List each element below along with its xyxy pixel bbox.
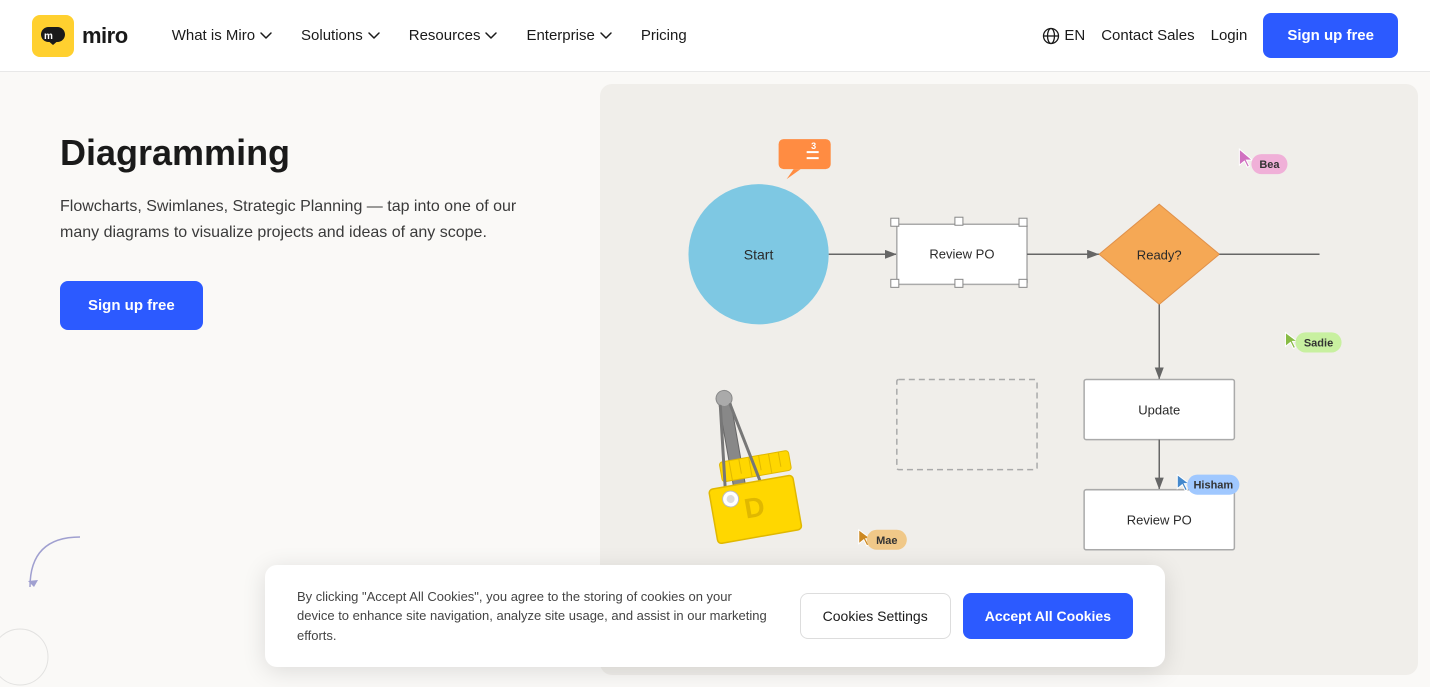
svg-text:Review PO: Review PO (929, 246, 994, 261)
decorative-arrow (20, 527, 100, 607)
language-selector[interactable]: EN (1042, 27, 1085, 45)
language-label: EN (1064, 27, 1085, 44)
svg-text:Ready?: Ready? (1137, 247, 1182, 262)
svg-text:Bea: Bea (1259, 159, 1280, 171)
svg-text:Start: Start (744, 246, 774, 262)
chevron-down-icon (367, 29, 381, 43)
svg-text:3: 3 (811, 141, 816, 151)
nav-what-is-miro[interactable]: What is Miro (160, 19, 285, 52)
nav-enterprise[interactable]: Enterprise (514, 19, 624, 52)
svg-text:m: m (44, 31, 53, 42)
logo-icon: m (32, 15, 74, 57)
login-link[interactable]: Login (1211, 27, 1248, 44)
page-title: Diagramming (60, 132, 540, 174)
nav-resources[interactable]: Resources (397, 19, 511, 52)
svg-text:Sadie: Sadie (1304, 337, 1333, 349)
chevron-down-icon (599, 29, 613, 43)
cookie-banner: By clicking "Accept All Cookies", you ag… (265, 565, 1165, 668)
svg-text:Mae: Mae (876, 535, 897, 547)
logo[interactable]: m miro (32, 15, 128, 57)
nav-pricing[interactable]: Pricing (629, 19, 699, 52)
svg-text:Update: Update (1138, 403, 1180, 418)
contact-sales-link[interactable]: Contact Sales (1101, 27, 1194, 44)
nav-links: What is Miro Solutions Resources Enterpr… (160, 19, 1043, 52)
navbar: m miro What is Miro Solutions Resources … (0, 0, 1430, 72)
cookie-buttons: Cookies Settings Accept All Cookies (800, 593, 1133, 639)
accept-cookies-button[interactable]: Accept All Cookies (963, 593, 1133, 639)
nav-signup-button[interactable]: Sign up free (1263, 13, 1398, 58)
decorative-circle (0, 627, 50, 687)
svg-text:Review PO: Review PO (1127, 513, 1192, 528)
chevron-down-icon (484, 29, 498, 43)
nav-right: EN Contact Sales Login Sign up free (1042, 13, 1398, 58)
globe-icon (1042, 27, 1060, 45)
cookie-text: By clicking "Accept All Cookies", you ag… (297, 587, 768, 646)
hero-cta-button[interactable]: Sign up free (60, 281, 203, 330)
nav-solutions[interactable]: Solutions (289, 19, 393, 52)
logo-wordmark: miro (82, 23, 128, 49)
chevron-down-icon (259, 29, 273, 43)
cookies-settings-button[interactable]: Cookies Settings (800, 593, 951, 639)
svg-text:Hisham: Hisham (1193, 480, 1233, 492)
page-description: Flowcharts, Swimlanes, Strategic Plannin… (60, 194, 520, 245)
